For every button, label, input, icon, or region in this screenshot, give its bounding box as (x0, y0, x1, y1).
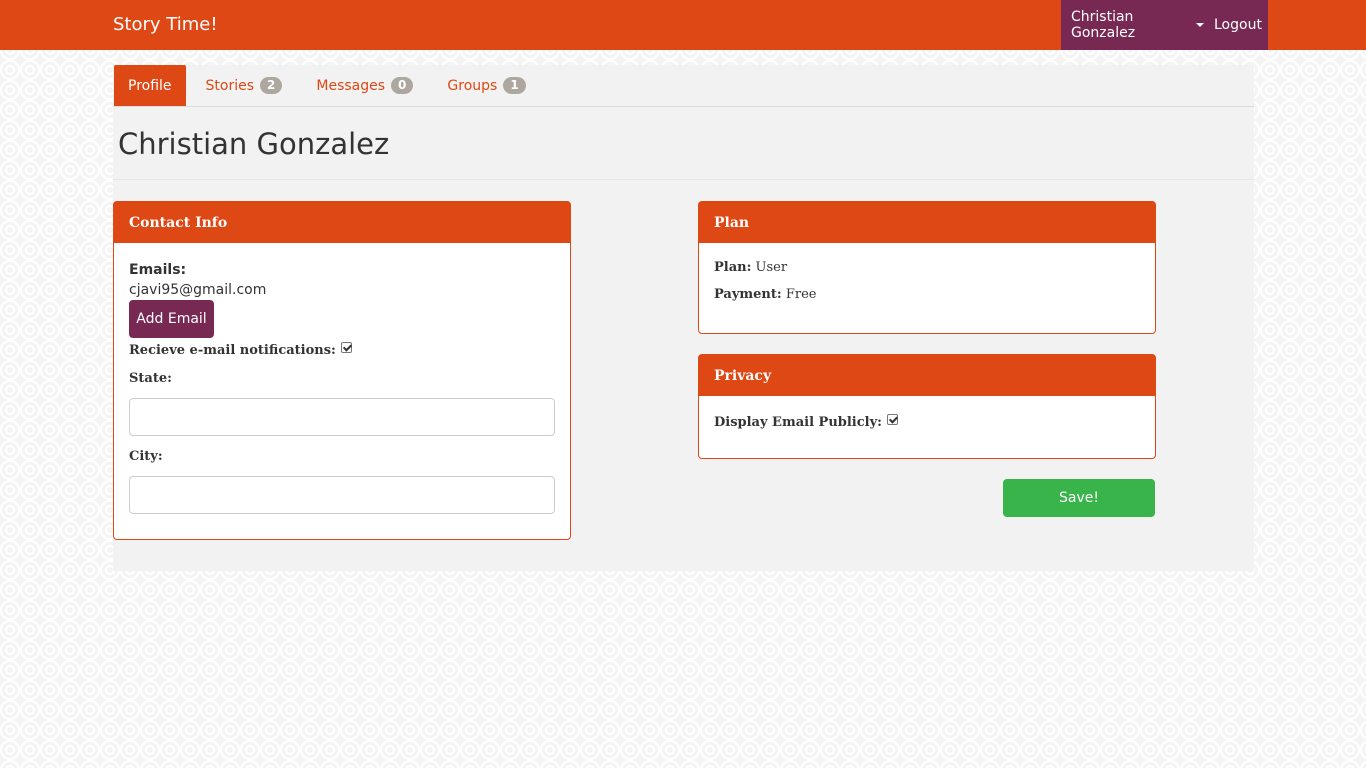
groups-count-badge: 1 (503, 77, 526, 94)
city-input[interactable] (129, 476, 555, 514)
panel-heading: Contact Info (114, 202, 570, 243)
tab-label: Stories (205, 77, 255, 94)
stories-count-badge: 2 (260, 77, 283, 94)
panel-heading: Plan (699, 202, 1155, 243)
tab-label: Messages (316, 77, 386, 94)
profile-container: Profile Stories 2 Messages 0 Groups 1 Ch… (113, 65, 1254, 571)
payment-row: Payment: Free (714, 287, 1140, 302)
page-title: Christian Gonzalez (118, 127, 390, 161)
plan-value: User (755, 260, 788, 275)
brand-link[interactable]: Story Time! (113, 14, 218, 35)
plan-label: Plan: (714, 260, 752, 275)
display-email-checkbox[interactable] (886, 414, 898, 425)
notifications-checkbox[interactable] (340, 342, 352, 353)
messages-count-badge: 0 (391, 77, 414, 94)
notifications-label: Recieve e-mail notifications: (129, 343, 336, 358)
city-label: City: (129, 449, 163, 464)
title-divider (113, 179, 1254, 180)
tab-messages[interactable]: Messages 0 (302, 65, 427, 106)
display-email-label: Display Email Publicly: (714, 415, 882, 430)
state-label: State: (129, 371, 172, 386)
save-button[interactable]: Save! (1003, 479, 1155, 517)
logout-link[interactable]: Logout (1204, 17, 1262, 33)
privacy-panel: Privacy Display Email Publicly: (698, 354, 1156, 459)
panel-heading: Privacy (699, 355, 1155, 396)
plan-row: Plan: User (714, 260, 1140, 275)
tab-label: Profile (128, 77, 172, 94)
emails-label: Emails: (129, 262, 187, 278)
notifications-row: Recieve e-mail notifications: (129, 342, 555, 358)
nav-user-area: Christian Gonzalez Logout (1061, 0, 1268, 50)
state-input[interactable] (129, 398, 555, 436)
tab-stories[interactable]: Stories 2 (192, 65, 297, 106)
payment-value: Free (785, 287, 817, 302)
user-menu-dropdown[interactable]: Christian Gonzalez (1061, 9, 1204, 41)
navbar: Story Time! Christian Gonzalez Logout (0, 0, 1366, 50)
tab-groups[interactable]: Groups 1 (433, 65, 539, 106)
plan-panel: Plan Plan: User Payment: Free (698, 201, 1156, 334)
tab-profile[interactable]: Profile (114, 65, 186, 106)
tab-label: Groups (447, 77, 498, 94)
display-email-row: Display Email Publicly: (714, 414, 1140, 430)
tab-bar: Profile Stories 2 Messages 0 Groups 1 (113, 65, 1254, 107)
caret-down-icon (1196, 23, 1204, 27)
user-name: Christian Gonzalez (1071, 9, 1136, 41)
email-value: cjavi95@gmail.com (129, 282, 267, 298)
contact-info-panel: Contact Info Emails: cjavi95@gmail.com A… (113, 201, 571, 540)
add-email-button[interactable]: Add Email (129, 300, 214, 338)
payment-label: Payment: (714, 287, 782, 302)
